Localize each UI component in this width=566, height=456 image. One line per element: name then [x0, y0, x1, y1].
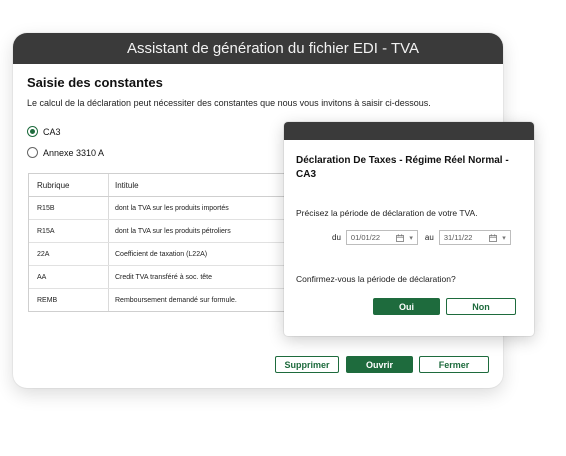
radio-option-annexe[interactable]: Annexe 3310 A — [27, 147, 104, 158]
to-date-value: 31/11/22 — [443, 233, 473, 242]
cell-rubrique: R15B — [29, 197, 109, 219]
dialog-titlebar — [284, 122, 534, 140]
radio-option-ca3[interactable]: CA3 — [27, 126, 61, 137]
radio-button[interactable] — [27, 147, 38, 158]
close-button[interactable]: Fermer — [419, 356, 489, 373]
to-label: au — [424, 233, 434, 242]
to-date-field[interactable]: 31/11/22 ▾ — [438, 230, 511, 245]
chevron-down-icon[interactable]: ▾ — [502, 234, 506, 242]
calendar-icon[interactable] — [396, 233, 405, 242]
cell-rubrique: 22A — [29, 243, 109, 265]
open-button[interactable]: Ouvrir — [346, 356, 413, 373]
confirm-text: Confirmez-vous la période de déclaration… — [296, 274, 456, 284]
from-date-field[interactable]: 01/01/22 ▾ — [345, 230, 418, 245]
radio-button-checked[interactable] — [27, 126, 38, 137]
intro-text: Le calcul de la déclaration peut nécessi… — [27, 98, 431, 108]
declaration-dialog: Déclaration De Taxes - Régime Réel Norma… — [284, 122, 534, 336]
no-button[interactable]: Non — [446, 298, 516, 315]
calendar-icon[interactable] — [489, 233, 498, 242]
dialog-title: Déclaration De Taxes - Régime Réel Norma… — [296, 155, 509, 180]
radio-label: Annexe 3310 A — [43, 147, 105, 158]
yes-button[interactable]: Oui — [373, 298, 440, 315]
delete-button[interactable]: Supprimer — [275, 356, 339, 373]
from-date-value: 01/01/22 — [350, 233, 381, 242]
section-title: Saisie des constantes — [27, 75, 163, 90]
cell-rubrique: AA — [29, 266, 109, 288]
cell-rubrique: REMB — [29, 289, 109, 311]
column-header-rubrique[interactable]: Rubrique — [29, 174, 109, 196]
chevron-down-icon[interactable]: ▾ — [409, 234, 413, 242]
dialog-prompt: Précisez la période de déclaration de vo… — [296, 208, 478, 218]
date-range: du 01/01/22 ▾ au 31/11/22 ▾ — [332, 230, 518, 245]
main-titlebar: Assistant de génération du fichier EDI -… — [13, 33, 503, 64]
window-title: Assistant de génération du fichier EDI -… — [126, 40, 420, 57]
from-label: du — [332, 233, 341, 242]
cell-rubrique: R15A — [29, 220, 109, 242]
radio-label: CA3 — [43, 126, 61, 137]
